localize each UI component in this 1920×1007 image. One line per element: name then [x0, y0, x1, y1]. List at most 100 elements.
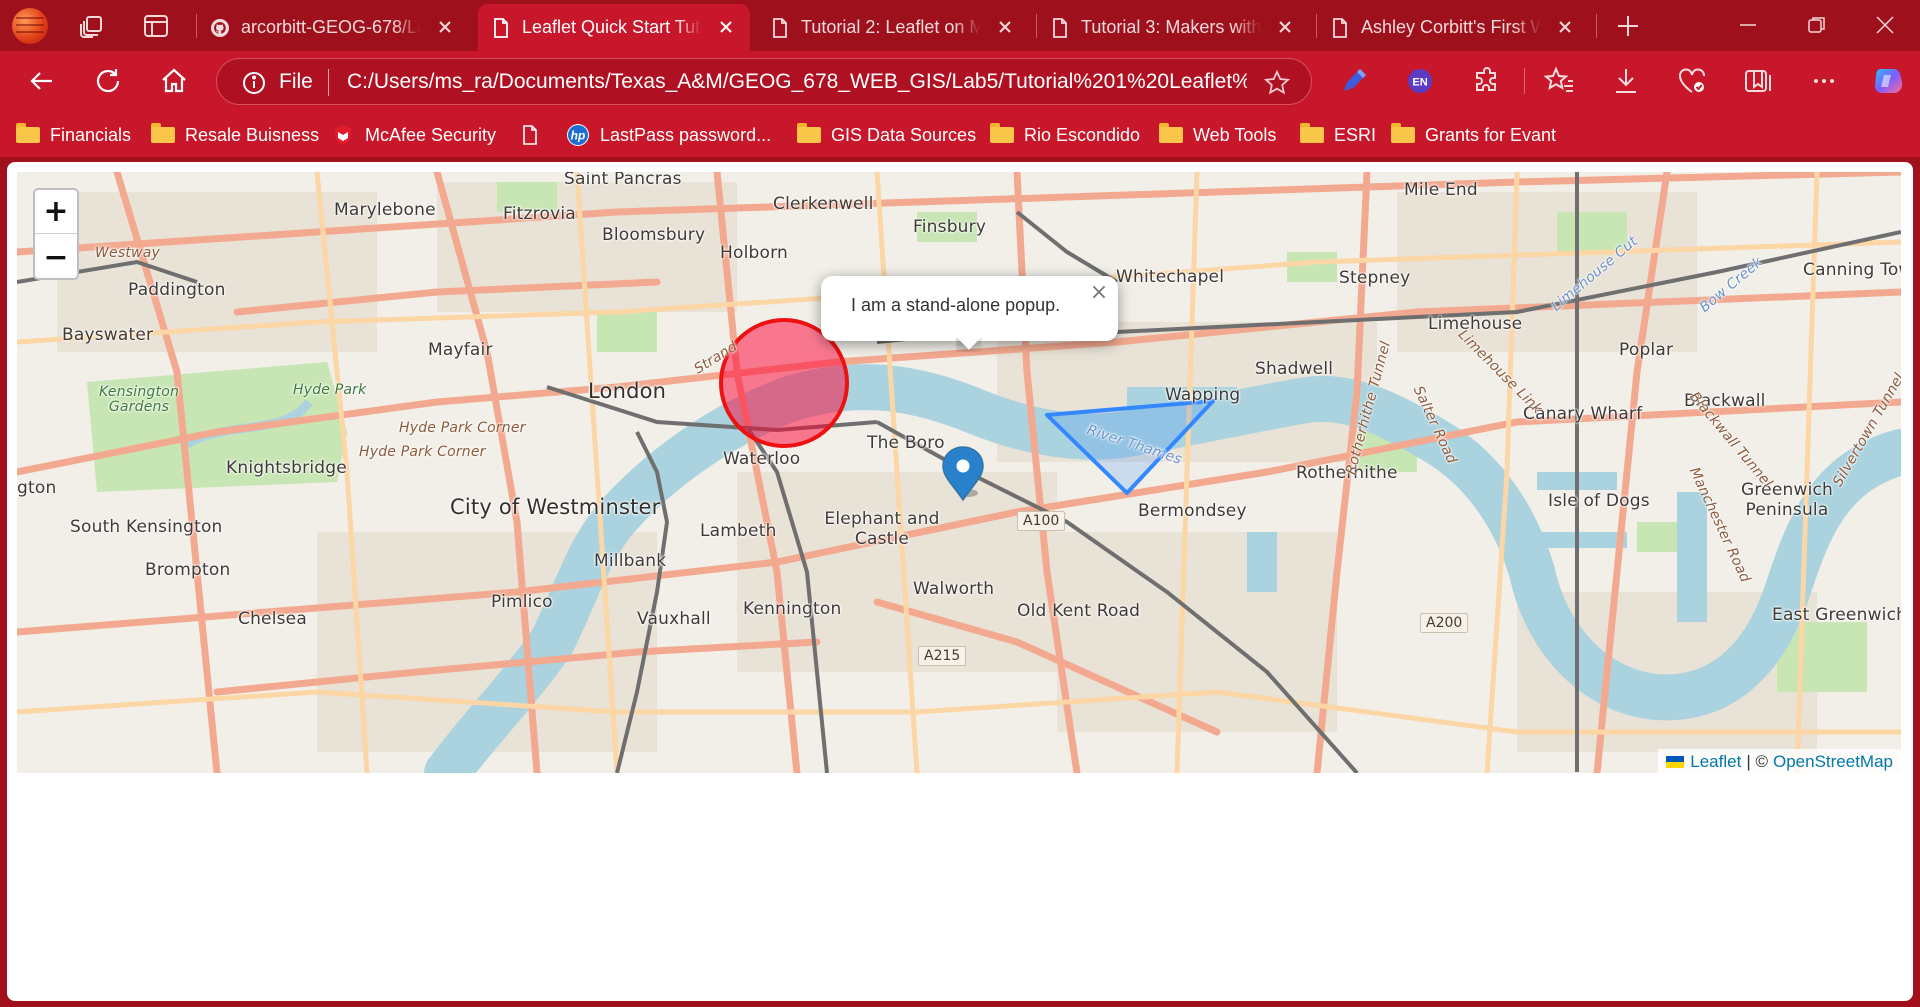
bookmark-label: Web Tools — [1193, 124, 1277, 145]
extensions-puzzle-icon[interactable] — [1472, 65, 1504, 97]
browser-toolbar: File C:/Users/ms_ra/Documents/Texas_A&M/… — [0, 51, 1920, 112]
url-text[interactable]: C:/Users/ms_ra/Documents/Texas_A&M/GEOG_… — [347, 70, 1247, 94]
more-options-icon[interactable] — [1808, 65, 1840, 97]
info-icon[interactable] — [241, 70, 267, 96]
popup-close-icon[interactable]: × — [1088, 282, 1110, 304]
openstreetmap-link[interactable]: OpenStreetMap — [1773, 752, 1893, 772]
collections-icon[interactable] — [1742, 65, 1774, 97]
zoom-out-button[interactable]: − — [35, 235, 77, 279]
refresh-icon[interactable] — [92, 65, 124, 97]
map-label: gton — [17, 478, 57, 498]
bookmark-lastpass[interactable]: hp LastPass password... — [566, 120, 771, 150]
map-label: Old Kent Road — [1017, 601, 1141, 621]
leaflet-link[interactable]: Leaflet — [1690, 752, 1741, 772]
tab-leaflet-quick-start[interactable]: Leaflet Quick Start Tutorial — [478, 4, 750, 51]
copilot-icon[interactable] — [1870, 63, 1906, 99]
map-label: Wapping — [1165, 385, 1241, 405]
language-extension-icon[interactable]: EN — [1404, 65, 1436, 97]
bookmark-gis-data-sources[interactable]: GIS Data Sources — [797, 120, 976, 150]
tab-title: Leaflet Quick Start Tutorial — [522, 17, 702, 37]
map-label: Kennington — [743, 599, 842, 619]
close-icon[interactable] — [1555, 17, 1575, 37]
bookmark-label: Rio Escondido — [1024, 124, 1141, 145]
road-shield: A215 — [918, 646, 967, 666]
bookmark-page[interactable] — [518, 120, 552, 150]
map-label: Chelsea — [238, 609, 307, 629]
map-label: Marylebone — [334, 200, 436, 220]
page-icon — [494, 18, 508, 38]
minimize-icon[interactable] — [1735, 12, 1761, 38]
tab-title: Ashley Corbitt's First Web Map — [1361, 17, 1541, 37]
close-icon[interactable] — [1275, 17, 1295, 37]
downloads-icon[interactable] — [1610, 65, 1642, 97]
map-label: Knightsbridge — [226, 458, 347, 478]
tab-tutorial-3[interactable]: Tutorial 3: Makers with custom icons — [1037, 4, 1309, 51]
bookmark-esri[interactable]: ESRI — [1300, 120, 1376, 150]
close-icon[interactable] — [716, 17, 736, 37]
browser-essentials-heart-icon[interactable] — [1676, 65, 1708, 97]
folder-icon — [1159, 123, 1183, 147]
hp-icon: hp — [567, 124, 589, 146]
favorites-icon[interactable] — [1544, 65, 1576, 97]
close-icon[interactable] — [995, 17, 1015, 37]
bookmark-label: McAfee Security — [365, 124, 497, 145]
map-label: East Greenwich — [1772, 605, 1901, 625]
zoom-in-button[interactable]: + — [35, 190, 77, 234]
folder-icon — [1300, 123, 1324, 147]
page-icon — [1333, 18, 1347, 38]
road-shield: A200 — [1420, 613, 1469, 633]
map-label: Millbank — [594, 551, 667, 571]
page-viewport: Saint Pancras Clerkenwell Mile End Maryl… — [7, 162, 1913, 1001]
new-tab-plus-icon[interactable] — [1614, 12, 1642, 40]
bookmark-financials[interactable]: Financials — [16, 120, 131, 150]
tab-strip: arcorbitt-GEOG-678/Lab5 Leaflet Quick St… — [0, 0, 1920, 51]
standalone-popup: I am a stand-alone popup. × — [821, 276, 1118, 341]
address-bar[interactable]: File C:/Users/ms_ra/Documents/Texas_A&M/… — [216, 58, 1312, 105]
tab-first-web-map[interactable]: Ashley Corbitt's First Web Map — [1317, 4, 1589, 51]
map-label: Whitechapel — [1116, 267, 1225, 287]
page-icon — [773, 18, 787, 38]
bookmark-mcafee-security[interactable]: McAfee Security — [331, 120, 496, 150]
page-icon — [523, 125, 537, 145]
tab-actions-icon[interactable] — [142, 12, 170, 40]
svg-text:hp: hp — [571, 129, 586, 143]
folder-icon — [1391, 123, 1415, 147]
pen-extension-icon[interactable] — [1338, 65, 1370, 97]
bookmark-grants-for-evant[interactable]: Grants for Evant — [1391, 120, 1556, 150]
bookmark-label: Resale Buisness — [185, 124, 320, 145]
bookmark-label: Grants for Evant — [1425, 124, 1557, 145]
tab-github[interactable]: arcorbitt-GEOG-678/Lab5 — [197, 4, 469, 51]
map-label: Paddington — [128, 280, 226, 300]
map-label: Pimlico — [491, 592, 553, 612]
map-label: Hyde Park Corner — [399, 420, 526, 436]
map-label: Bloomsbury — [602, 225, 706, 245]
close-icon[interactable] — [435, 17, 455, 37]
tab-tutorial-2[interactable]: Tutorial 2: Leaflet on Mobile — [757, 4, 1029, 51]
map-label: Lambeth — [700, 521, 777, 541]
leaflet-map[interactable]: Saint Pancras Clerkenwell Mile End Maryl… — [17, 172, 1901, 773]
favorite-star-icon[interactable] — [1263, 69, 1291, 97]
map-label: Fitzrovia — [503, 204, 576, 224]
bookmark-rio-escondido[interactable]: Rio Escondido — [990, 120, 1140, 150]
home-icon[interactable] — [158, 65, 190, 97]
map-label: Finsbury — [913, 217, 987, 237]
road-shield: A100 — [1017, 511, 1066, 531]
bookmark-web-tools[interactable]: Web Tools — [1159, 120, 1276, 150]
folder-icon — [797, 123, 821, 147]
scheme-label: File — [279, 70, 313, 93]
popup-tip — [956, 338, 982, 352]
tab-title: arcorbitt-GEOG-678/Lab5 — [241, 17, 421, 37]
map-label: Greenwich Peninsula — [1740, 480, 1834, 520]
map-label: Elephant and Castle — [824, 509, 940, 549]
attribution-separator: | © — [1746, 752, 1768, 771]
profile-avatar-icon[interactable] — [12, 8, 48, 44]
map-label: Holborn — [720, 243, 788, 263]
popup-text: I am a stand-alone popup. — [851, 295, 1061, 315]
restore-icon[interactable] — [1804, 12, 1830, 38]
workspaces-icon[interactable] — [78, 12, 106, 40]
back-arrow-icon[interactable] — [26, 65, 58, 97]
map-label: Hyde Park — [293, 382, 367, 398]
map-label: Canning Tow — [1803, 260, 1901, 280]
bookmark-resale-buisness[interactable]: Resale Buisness — [151, 120, 319, 150]
close-window-icon[interactable] — [1872, 12, 1898, 38]
